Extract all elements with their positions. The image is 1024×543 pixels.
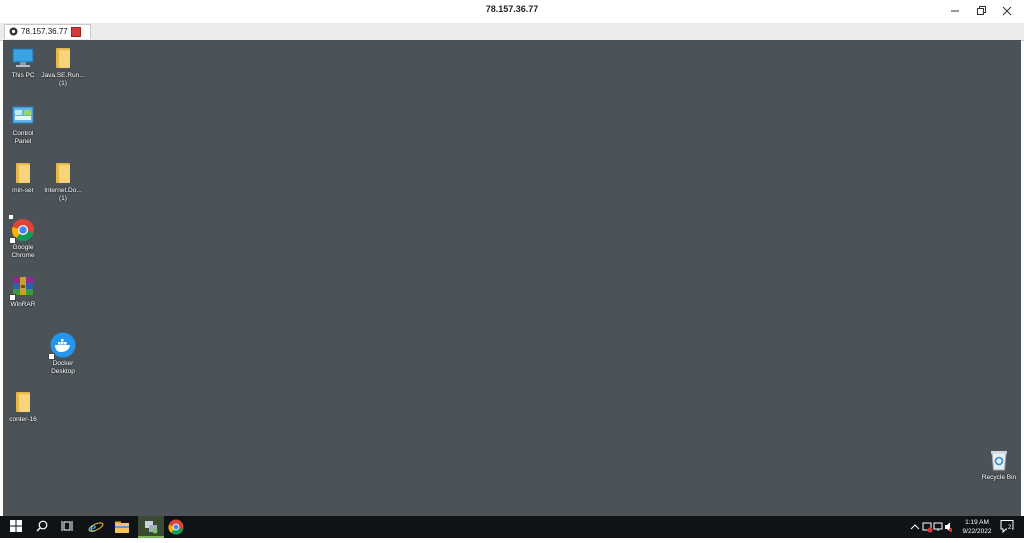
folder-icon	[56, 163, 70, 183]
folder-icon	[56, 48, 70, 68]
server-manager-icon	[145, 521, 158, 534]
taskbar-internet-explorer[interactable]: e	[83, 516, 109, 538]
task-view-icon	[61, 521, 73, 531]
start-button[interactable]	[3, 516, 29, 538]
taskbar-google-chrome[interactable]	[163, 516, 189, 538]
search-icon	[36, 520, 48, 532]
desktop-icon-label: min-ser	[12, 187, 34, 194]
minimize-button[interactable]	[945, 3, 965, 19]
shortcut-arrow-icon	[9, 294, 16, 301]
desktop-icon-internet-do-folder[interactable]: Internet.Do... (1)	[41, 161, 85, 203]
desktop-icon-label: Google	[12, 244, 34, 251]
tab-label: 78.157.36.77	[21, 27, 68, 36]
desktop-icon-control-panel[interactable]: Control Panel	[1, 104, 45, 146]
desktop-icon-label: Internet.Do...	[44, 187, 82, 194]
desktop-icon-this-pc[interactable]: This PC	[1, 46, 45, 80]
taskbar-remote-desktop-manager[interactable]	[138, 516, 164, 538]
network-icon	[933, 522, 943, 531]
desktop-icon-docker-desktop[interactable]: Docker Desktop	[41, 332, 85, 376]
tab-remote-session[interactable]: 78.157.36.77	[4, 24, 91, 39]
desktop-icon-label: This PC	[11, 72, 35, 79]
close-icon	[1002, 6, 1012, 16]
desktop-icon-label: Java.SE.Run...	[41, 72, 85, 79]
folder-icon	[16, 163, 30, 183]
checkbox-icon	[8, 214, 14, 220]
desktop-icon-label: Docker	[52, 360, 74, 367]
control-panel-icon	[12, 106, 34, 124]
window-title: 78.157.36.77	[485, 4, 539, 14]
windows-logo-icon	[10, 520, 22, 532]
desktop-icon-sublabel: Chrome	[11, 252, 35, 259]
svg-text:e: e	[90, 521, 96, 535]
internet-explorer-icon: e	[88, 521, 104, 535]
remote-desktop-icon	[9, 27, 18, 36]
file-explorer-icon	[115, 521, 129, 533]
restore-button[interactable]	[971, 3, 991, 19]
desktop-icon-sublabel: (1)	[59, 195, 67, 202]
notification-center-button[interactable]: 2	[996, 516, 1018, 538]
close-button[interactable]	[997, 3, 1017, 19]
recycle-bin-icon	[991, 451, 1007, 471]
security-warning-icon	[922, 522, 933, 533]
chevron-up-icon	[910, 524, 920, 530]
minimize-icon	[951, 10, 959, 12]
system-tray	[908, 516, 953, 538]
restore-icon	[977, 6, 986, 15]
tab-strip: 78.157.36.77	[0, 23, 1024, 41]
taskbar-file-explorer[interactable]	[109, 516, 135, 538]
shortcut-arrow-icon	[9, 237, 16, 244]
desktop[interactable]: This PC Java.SE.Run... (1) Control Panel	[3, 40, 1021, 516]
desktop-icon-java-se-folder[interactable]: Java.SE.Run... (1)	[41, 46, 85, 88]
desktop-icon-google-chrome[interactable]: Google Chrome	[1, 214, 45, 260]
desktop-icon-label: Recycle Bin	[981, 474, 1017, 481]
desktop-icon-min-ser-folder[interactable]: min-ser	[1, 161, 45, 195]
desktop-icon-recycle-bin[interactable]: Recycle Bin	[977, 448, 1021, 482]
desktop-icon-conter-16-folder[interactable]: conter-16	[1, 390, 45, 424]
desktop-icon-sublabel: (1)	[59, 80, 67, 87]
taskbar: e 1:19 AM 9/22/2022 2	[0, 516, 1024, 538]
notification-count-badge: 2	[1007, 525, 1013, 531]
desktop-icon-sublabel: Desktop	[51, 368, 75, 375]
desktop-icon-label: Control	[12, 130, 34, 137]
desktop-icon-winrar[interactable]: WinRAR	[1, 275, 45, 309]
shortcut-arrow-icon	[48, 353, 55, 360]
desktop-icon-sublabel: Panel	[14, 138, 32, 145]
task-view-button[interactable]	[55, 516, 81, 538]
search-button[interactable]	[29, 516, 55, 538]
folder-icon	[16, 392, 30, 412]
computer-icon	[12, 48, 34, 67]
tab-close-icon[interactable]	[71, 27, 81, 37]
desktop-icon-label: conter-16	[9, 416, 37, 423]
desktop-icon-label: WinRAR	[10, 301, 36, 308]
title-bar: 78.157.36.77	[0, 0, 1024, 24]
chrome-icon	[168, 519, 184, 535]
